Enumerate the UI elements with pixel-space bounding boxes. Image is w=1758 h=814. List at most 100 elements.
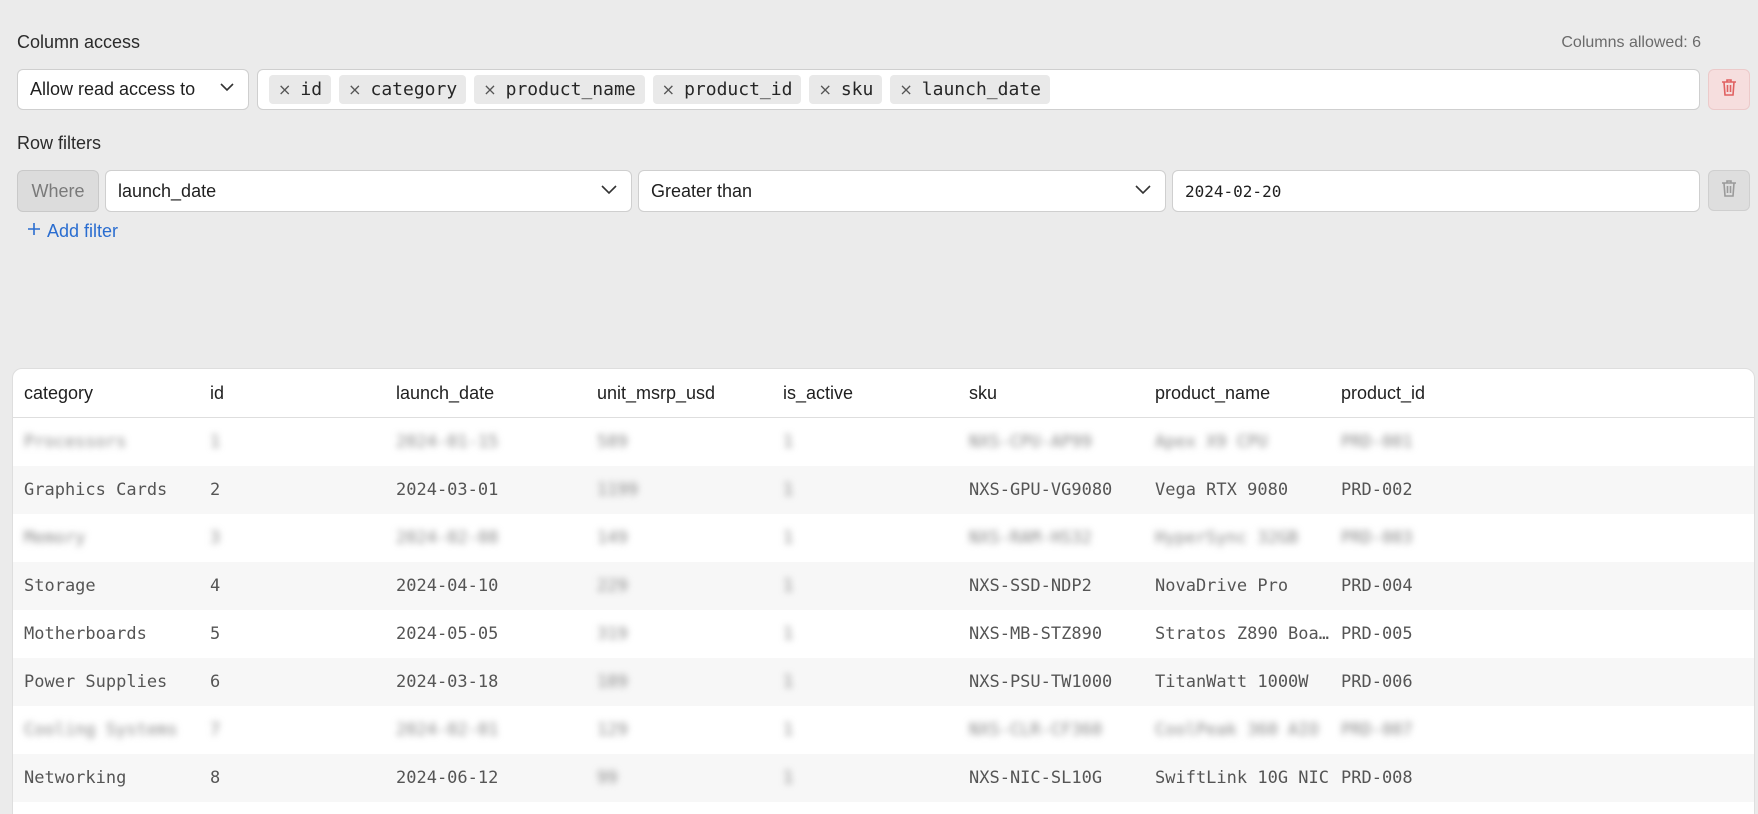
cell-product-id: PRD-008	[1341, 768, 1413, 788]
column-chip[interactable]: × id	[269, 75, 332, 104]
delete-filter-button[interactable]	[1708, 170, 1750, 211]
cell-is-active: 1	[783, 768, 794, 788]
filter-operator-value: Greater than	[651, 180, 753, 201]
cell-launch-date: 2024-03-18	[396, 672, 499, 692]
cell-launch-date: 2024-01-15	[396, 432, 499, 452]
column-access-title: Column access	[17, 32, 141, 52]
chip-label: category	[370, 79, 458, 100]
cell-product-id: PRD-003	[1341, 528, 1413, 548]
cell-unit-msrp-usd: 229	[597, 576, 628, 596]
chip-label: id	[300, 79, 323, 100]
chevron-down-icon	[599, 179, 619, 204]
trash-icon	[1720, 178, 1738, 203]
data-preview-table: category id launch_date unit_msrp_usd is_act…	[12, 368, 1755, 814]
cell-product-id: PRD-007	[1341, 720, 1413, 740]
remove-chip-icon[interactable]: ×	[278, 80, 291, 99]
cell-is-active: 1	[783, 480, 794, 500]
remove-chip-icon[interactable]: ×	[348, 80, 361, 99]
cell-id: 6	[210, 672, 221, 692]
cell-product-name: SwiftLink 10G NIC	[1155, 768, 1329, 788]
cell-launch-date: 2024-06-12	[396, 768, 499, 788]
cell-product-name: CoolPeak 360 AIO	[1155, 720, 1319, 740]
cell-id: 2	[210, 480, 221, 500]
column-header-sku[interactable]: sku	[958, 383, 1144, 404]
chip-label: sku	[840, 79, 874, 100]
cell-product-id: PRD-005	[1341, 624, 1413, 644]
column-header-id[interactable]: id	[199, 383, 385, 404]
table-row: Graphics Cards 2 2024-03-01 1199 1 NXS-GPU-VG…	[13, 466, 1754, 514]
cell-product-name: Apex X9 CPU	[1155, 432, 1268, 452]
column-header-unit-msrp-usd[interactable]: unit_msrp_usd	[586, 383, 772, 404]
cell-launch-date: 2024-05-05	[396, 624, 499, 644]
cell-product-name: Vega RTX 9080	[1155, 480, 1289, 500]
cell-sku: NXS-GPU-VG9080	[969, 480, 1113, 500]
cell-unit-msrp-usd: 129	[597, 720, 628, 740]
chevron-down-icon	[1133, 179, 1153, 204]
access-mode-select[interactable]: Allow read access to	[17, 69, 249, 110]
cell-sku: NXS-PSU-TW1000	[969, 672, 1113, 692]
trash-icon	[1720, 77, 1738, 102]
filter-value-input[interactable]	[1172, 170, 1700, 212]
column-header-product-name[interactable]: product_name	[1144, 383, 1330, 404]
cell-product-name: TitanWatt 1000W	[1155, 672, 1309, 692]
add-filter-link[interactable]: Add filter	[26, 221, 118, 242]
cell-category: Power Supplies	[24, 672, 168, 692]
columns-allowed-count: Columns allowed: 6	[1561, 34, 1701, 51]
cell-unit-msrp-usd: 319	[597, 624, 628, 644]
cell-product-id: PRD-006	[1341, 672, 1413, 692]
access-mode-label: Allow read access to	[30, 79, 196, 99]
table-row: Processors 1 2024-01-15 589 1 NXS-CPU-AP99 Ape…	[13, 418, 1754, 466]
column-chip[interactable]: × launch_date	[890, 75, 1050, 104]
cell-id: 5	[210, 624, 221, 644]
delete-column-access-button[interactable]	[1708, 69, 1750, 110]
cell-launch-date: 2024-02-01	[396, 720, 499, 740]
remove-chip-icon[interactable]: ×	[483, 80, 496, 99]
filter-column-select[interactable]: launch_date	[105, 170, 632, 212]
remove-chip-icon[interactable]: ×	[818, 80, 831, 99]
column-chip[interactable]: × category	[339, 75, 467, 104]
cell-unit-msrp-usd: 589	[597, 432, 628, 452]
cell-product-id: PRD-004	[1341, 576, 1413, 596]
filter-operator-select[interactable]: Greater than	[638, 170, 1166, 212]
cell-launch-date: 2024-04-10	[396, 576, 499, 596]
filter-column-value: launch_date	[118, 180, 217, 201]
remove-chip-icon[interactable]: ×	[899, 80, 912, 99]
column-header-category[interactable]: category	[13, 383, 199, 404]
column-header-product-id[interactable]: product_id	[1330, 383, 1530, 404]
cell-sku: NXS-CPU-AP99	[969, 432, 1092, 452]
column-header-is-active[interactable]: is_active	[772, 383, 958, 404]
cell-category: Memory	[24, 528, 86, 548]
remove-chip-icon[interactable]: ×	[662, 80, 675, 99]
cell-is-active: 1	[783, 576, 794, 596]
chip-label: product_id	[684, 79, 793, 100]
table-body: Processors 1 2024-01-15 589 1 NXS-CPU-AP99 Ape…	[13, 418, 1754, 802]
table-row: Networking 8 2024-06-12 99 1 NXS-NIC-SL10G Swi…	[13, 754, 1754, 802]
table-row: Memory 3 2024-02-08 149 1 NXS-RAM-HS32 HyperSy…	[13, 514, 1754, 562]
chip-label: product_name	[505, 79, 636, 100]
cell-unit-msrp-usd: 149	[597, 528, 628, 548]
cell-launch-date: 2024-02-08	[396, 528, 499, 548]
cell-product-id: PRD-002	[1341, 480, 1413, 500]
cell-sku: NXS-CLR-CF360	[969, 720, 1103, 740]
cell-category: Motherboards	[24, 624, 147, 644]
cell-sku: NXS-MB-STZ890	[969, 624, 1103, 644]
chevron-down-icon	[218, 78, 236, 101]
column-header-launch-date[interactable]: launch_date	[385, 383, 586, 404]
column-chips-input[interactable]: × id × category × product_name × product_id × sku…	[257, 69, 1700, 110]
table-row: Power Supplies 6 2024-03-18 189 1 NXS-PSU-TW1…	[13, 658, 1754, 706]
cell-category: Graphics Cards	[24, 480, 168, 500]
plus-icon	[26, 221, 42, 242]
cell-unit-msrp-usd: 1199	[597, 480, 638, 500]
cell-category: Processors	[24, 432, 127, 452]
column-chip[interactable]: × product_name	[474, 75, 645, 104]
cell-launch-date: 2024-03-01	[396, 480, 499, 500]
cell-product-name: NovaDrive Pro	[1155, 576, 1289, 596]
cell-unit-msrp-usd: 189	[597, 672, 628, 692]
cell-category: Cooling Systems	[24, 720, 178, 740]
cell-is-active: 1	[783, 720, 794, 740]
column-chip[interactable]: × sku	[809, 75, 883, 104]
column-chip[interactable]: × product_id	[652, 75, 802, 104]
table-row: Motherboards 5 2024-05-05 319 1 NXS-MB-STZ890…	[13, 610, 1754, 658]
cell-id: 3	[210, 528, 221, 548]
cell-category: Networking	[24, 768, 127, 788]
